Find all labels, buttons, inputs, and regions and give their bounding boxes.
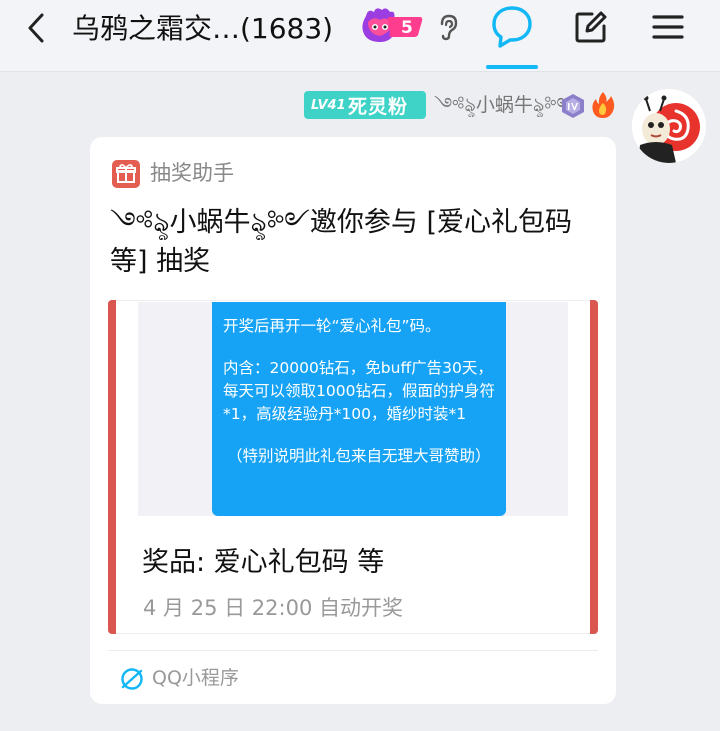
image-text-line: （特别说明此礼包来自无理大哥赞助） <box>227 447 491 465</box>
mini-program-icon <box>120 667 144 691</box>
helper-label: 抽奖助手 <box>150 161 234 185</box>
level-label: LV41 <box>311 97 346 113</box>
badge-count: 5 <box>401 18 413 38</box>
group-flame-badge[interactable]: 5 <box>360 6 424 46</box>
title-label: 死灵粉 <box>348 95 409 118</box>
menu-icon[interactable] <box>650 10 686 44</box>
prize-text: 奖品: 爱心礼包码 等 <box>142 547 385 578</box>
divider <box>108 650 598 651</box>
panel-side-right <box>590 300 598 634</box>
active-tab-indicator <box>486 65 538 69</box>
lottery-card[interactable]: 抽奖助手 ༺ৡ小蜗牛ৡ༻邀你参与 [爱心礼包码等] 抽奖 开奖后再开一轮“爱心礼… <box>90 137 616 704</box>
panel-side-left <box>108 300 116 634</box>
edit-icon[interactable] <box>572 8 610 46</box>
fire-icon <box>590 90 616 120</box>
mini-program-label: QQ小程序 <box>152 667 239 689</box>
chat-title[interactable]: 乌鸦之霜交…(1683) <box>72 9 333 49</box>
chat-header: 乌鸦之霜交…(1683) 5 <box>0 0 720 72</box>
card-headline: ༺ৡ小蜗牛ৡ༻邀你参与 [爱心礼包码等] 抽奖 <box>110 207 573 277</box>
image-text-line: 开奖后再开一轮“爱心礼包”码。 <box>223 317 441 335</box>
level-iv-icon <box>560 93 586 119</box>
gift-icon <box>112 160 140 188</box>
ear-icon[interactable] <box>436 13 460 41</box>
member-title-badge[interactable]: LV41 死灵粉 <box>304 91 426 119</box>
back-arrow-icon[interactable] <box>20 10 56 46</box>
sender-avatar[interactable] <box>632 89 706 163</box>
prize-image-bubble: 开奖后再开一轮“爱心礼包”码。 内含：20000钻石，免buff广告30天，每天… <box>212 302 506 516</box>
chat-tab[interactable] <box>486 0 538 72</box>
chat-bubble-icon <box>492 6 532 48</box>
image-text-line: 内含：20000钻石，免buff广告30天，每天可以领取1000钻石，假面的护身… <box>223 359 495 423</box>
sender-name[interactable]: ༺ৡ小蜗牛ৡ༻ <box>434 90 575 120</box>
draw-time: 4 月 25 日 22:00 自动开奖 <box>143 596 403 620</box>
